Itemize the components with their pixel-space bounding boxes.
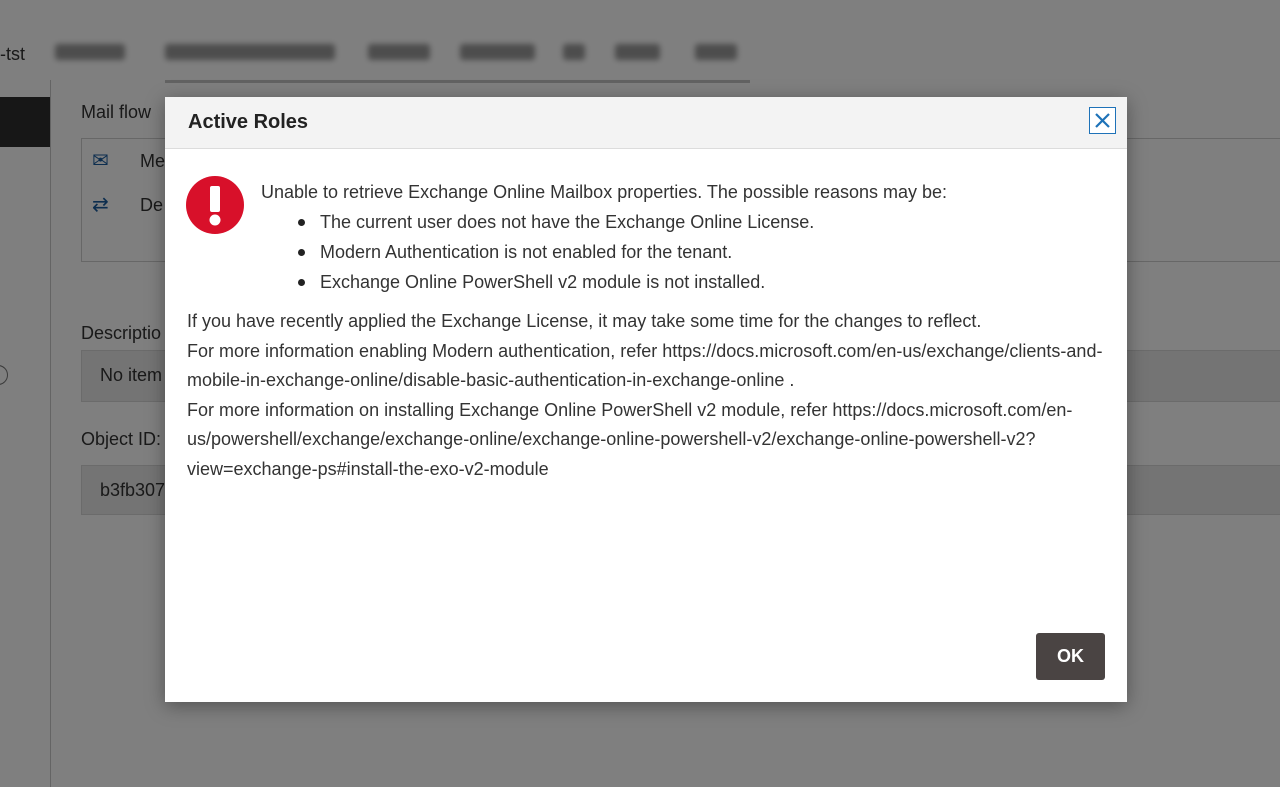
close-icon — [1095, 113, 1110, 128]
reason-item: The current user does not have the Excha… — [261, 207, 1101, 237]
error-message: Unable to retrieve Exchange Online Mailb… — [261, 177, 1101, 297]
reason-list: The current user does not have the Excha… — [261, 207, 1101, 297]
details-paragraph: If you have recently applied the Exchang… — [187, 311, 982, 331]
details-text: If you have recently applied the Exchang… — [187, 307, 1107, 484]
ok-button[interactable]: OK — [1036, 633, 1105, 680]
reason-item: Modern Authentication is not enabled for… — [261, 237, 1101, 267]
error-icon — [186, 176, 244, 234]
details-paragraph: For more information enabling Modern aut… — [187, 340, 1103, 391]
dialog-title: Active Roles — [188, 111, 309, 133]
close-button[interactable] — [1089, 107, 1116, 134]
error-dialog: Active Roles Unable to retrieve Exchange… — [165, 97, 1127, 702]
error-intro: Unable to retrieve Exchange Online Mailb… — [261, 182, 948, 202]
dialog-header: Active Roles — [165, 97, 1127, 149]
details-paragraph: For more information on installing Excha… — [187, 399, 1073, 479]
reason-item: Exchange Online PowerShell v2 module is … — [261, 267, 1101, 297]
